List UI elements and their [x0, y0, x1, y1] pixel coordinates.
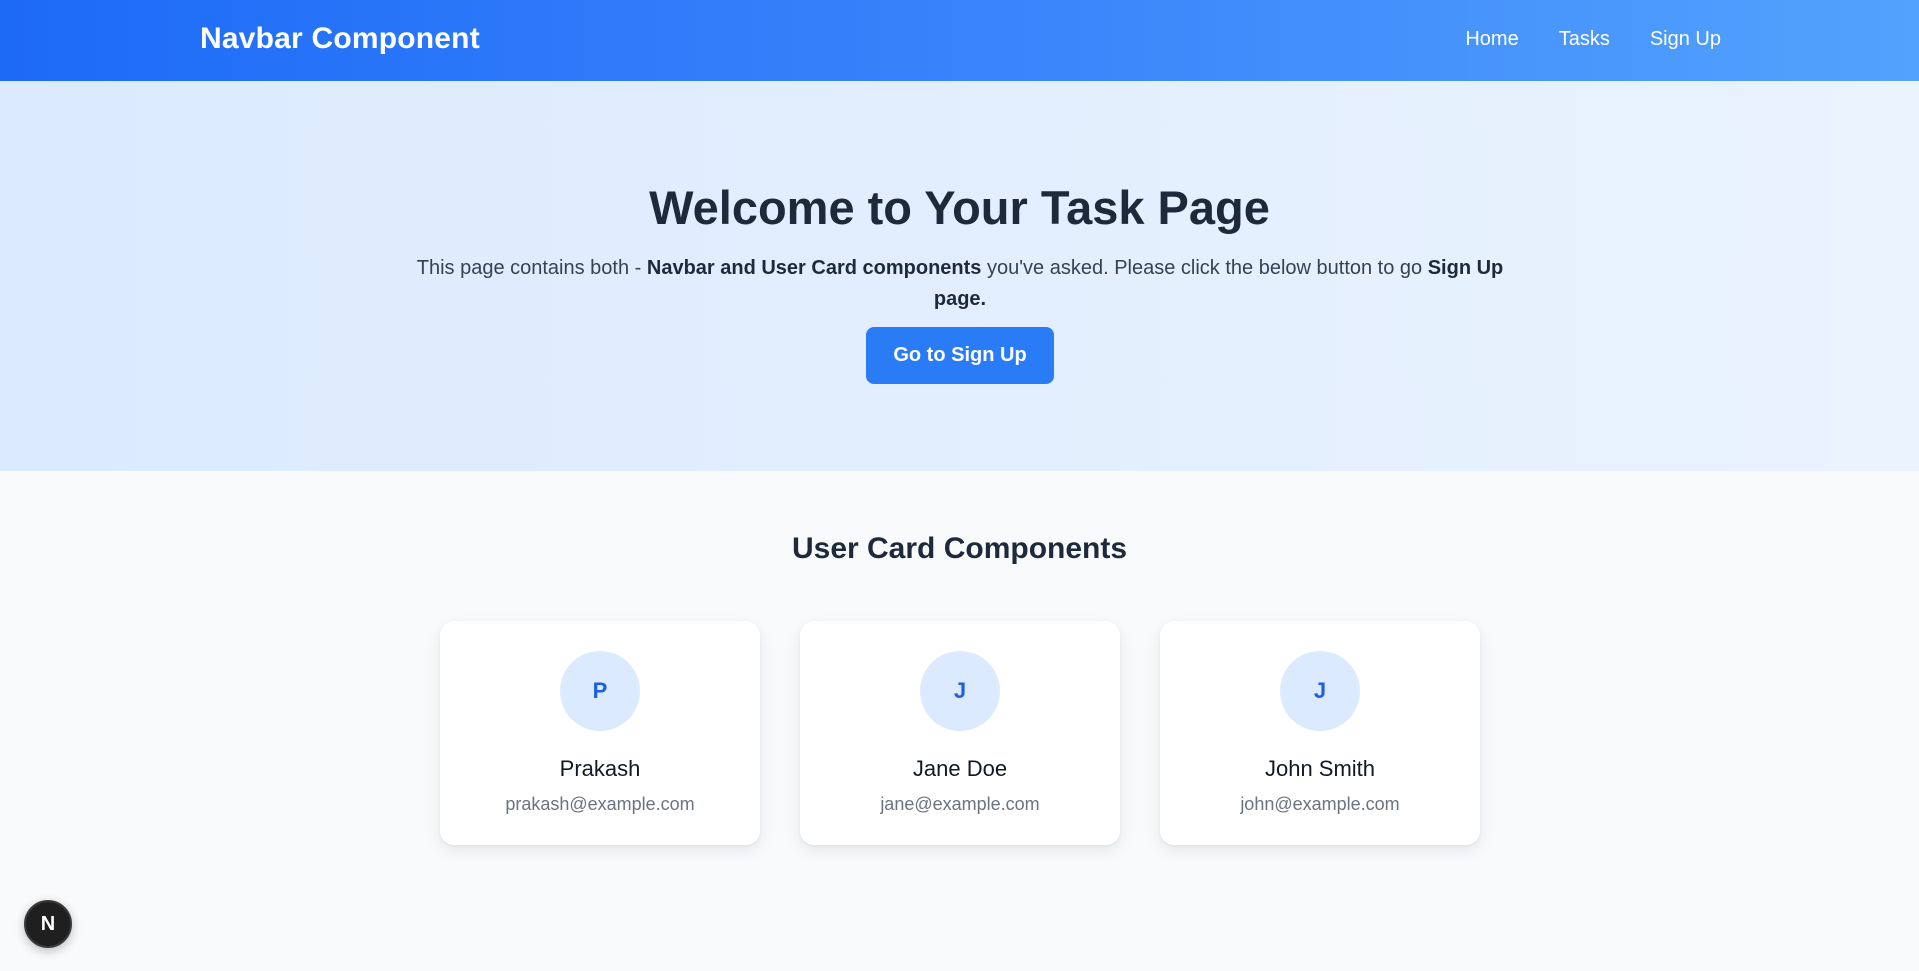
hero-section: Welcome to Your Task Page This page cont…	[0, 81, 1919, 471]
nav-links: Home Tasks Sign Up	[1465, 28, 1721, 51]
navbar: Navbar Component Home Tasks Sign Up	[0, 0, 1919, 81]
avatar: J	[920, 651, 1000, 731]
user-name: Prakash	[559, 756, 641, 781]
nextjs-logo-icon[interactable]: N	[24, 900, 72, 948]
nav-link-sign-up[interactable]: Sign Up	[1650, 28, 1721, 51]
avatar: P	[560, 651, 640, 731]
nav-link-tasks[interactable]: Tasks	[1559, 28, 1610, 51]
user-name: John Smith	[1264, 756, 1376, 781]
user-email: jane@example.com	[880, 794, 1040, 814]
dev-badge-label: N	[40, 912, 56, 935]
avatar: J	[1280, 651, 1360, 731]
user-email: john@example.com	[1240, 794, 1400, 814]
hero-text-bold1: Navbar and User Card components	[646, 257, 982, 279]
user-cards-title: User Card Components	[791, 532, 1128, 565]
nav-link-home[interactable]: Home	[1465, 28, 1518, 51]
hero-text-part2: you've asked. Please click the below but…	[981, 257, 1428, 279]
hero-description: This page contains both - Navbar and Use…	[410, 253, 1510, 315]
user-email: prakash@example.com	[505, 794, 695, 814]
navbar-brand[interactable]: Navbar Component	[200, 22, 480, 56]
hero-title: Welcome to Your Task Page	[649, 181, 1270, 234]
user-card: P Prakash prakash@example.com	[440, 621, 760, 845]
user-card: J Jane Doe jane@example.com	[800, 621, 1120, 845]
user-name: Jane Doe	[912, 756, 1008, 781]
hero-text-part1: This page contains both -	[416, 257, 647, 279]
go-to-sign-up-button[interactable]: Go to Sign Up	[866, 327, 1054, 384]
user-card: J John Smith john@example.com	[1160, 621, 1480, 845]
